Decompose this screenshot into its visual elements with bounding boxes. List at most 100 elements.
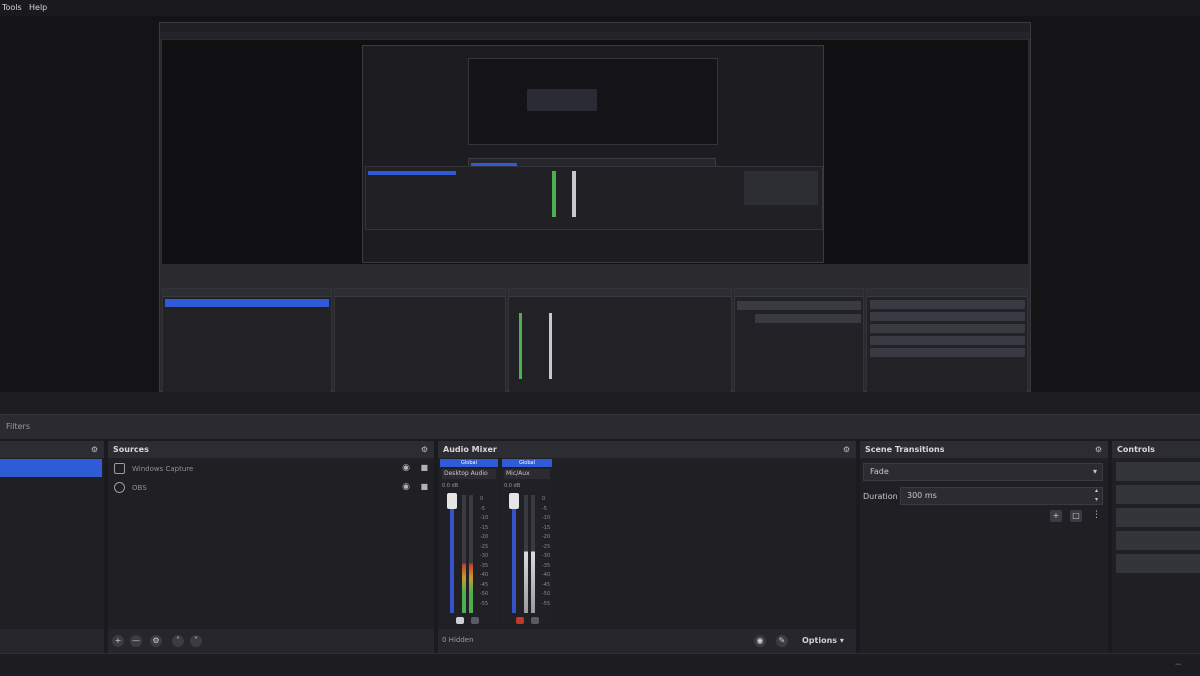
scenes-dock-header: ⚙ xyxy=(0,441,104,459)
level-meter-right xyxy=(531,495,535,613)
duration-input[interactable]: 300 ms ▴ ▾ xyxy=(900,487,1103,505)
source-label: OBS xyxy=(132,484,147,492)
nested-scene-selected-level1 xyxy=(368,171,456,175)
scenes-list[interactable] xyxy=(0,458,104,629)
mixer-body: Global Desktop Audio 0.0 dB 0 -5 -10 -15 -20… xyxy=(438,458,856,629)
nested-preview-level2 xyxy=(468,58,718,145)
nested-scene-selected xyxy=(165,299,329,307)
chevron-up-icon[interactable]: ˄ xyxy=(172,635,184,647)
channel-header: Global xyxy=(502,459,552,467)
window-icon xyxy=(114,463,125,474)
nested-preview-inner xyxy=(362,45,824,263)
volume-fader[interactable] xyxy=(512,495,516,613)
filters-bar: Filters xyxy=(0,414,1200,439)
nested-controls-dock xyxy=(866,288,1028,393)
trash-icon[interactable]: □ xyxy=(1070,510,1082,522)
scene-transitions-dock: Scene Transitions ⚙ Fade ▾ Duration 300 … xyxy=(860,441,1108,653)
dock-settings-icon[interactable]: ⚙ xyxy=(843,445,850,454)
dock-settings-icon[interactable]: ⚙ xyxy=(91,445,98,454)
scene-transitions-title: Scene Transitions xyxy=(865,445,945,454)
control-button-4[interactable] xyxy=(1116,531,1200,550)
sources-list[interactable]: Windows Capture ◉ ■ OBS ◉ ■ xyxy=(108,458,434,629)
spin-arrows-icon[interactable]: ▴ ▾ xyxy=(1095,486,1098,504)
more-options-icon[interactable]: ⋮ xyxy=(1092,510,1101,520)
source-label: Windows Capture xyxy=(132,465,194,473)
add-icon[interactable]: + xyxy=(1050,510,1062,522)
obs-icon xyxy=(114,482,125,493)
sources-title: Sources xyxy=(113,445,149,454)
level-meter-right xyxy=(469,495,473,613)
lock-icon[interactable]: ■ xyxy=(420,482,428,491)
muted-speaker-icon[interactable] xyxy=(516,617,524,624)
gear-icon[interactable] xyxy=(531,617,539,624)
scene-transitions-header: Scene Transitions ⚙ xyxy=(860,441,1108,459)
nested-meter-b xyxy=(572,171,576,217)
nested-mixer-meter-1 xyxy=(519,313,522,379)
visibility-eye-icon[interactable]: ◉ xyxy=(402,482,410,492)
channel-db: 0.0 dB xyxy=(504,483,521,489)
speaker-icon[interactable] xyxy=(456,617,464,624)
control-button-1[interactable] xyxy=(1116,462,1200,481)
nested-preview xyxy=(162,40,1028,264)
nested-mixer-meter-2 xyxy=(549,313,552,379)
source-item[interactable]: Windows Capture ◉ ■ xyxy=(114,461,428,479)
source-item[interactable]: OBS ◉ ■ xyxy=(114,480,428,498)
dock-settings-icon[interactable]: ⚙ xyxy=(1095,445,1102,454)
preview-separator xyxy=(0,392,1200,414)
nested-docks-level1 xyxy=(365,166,823,230)
meter-scale: 0 -5 -10 -15 -20 -25 -30 -35 -40 -45 -50 -55 xyxy=(480,496,489,607)
controls-body xyxy=(1112,458,1200,653)
menu-tools[interactable]: Tools xyxy=(2,3,22,12)
controls-dock: Controls xyxy=(1112,441,1200,653)
fader-knob[interactable] xyxy=(509,493,519,509)
nested-menubar xyxy=(160,32,1030,39)
nested-meter-a xyxy=(552,171,556,217)
nested-mixer-dock xyxy=(508,288,732,393)
audio-mixer-header: Audio Mixer ⚙ xyxy=(438,441,856,459)
trash-icon[interactable]: — xyxy=(130,635,142,647)
nested-transitions-dock xyxy=(734,288,864,393)
add-icon[interactable]: + xyxy=(112,635,124,647)
nested-obs-window xyxy=(159,22,1031,393)
chevron-down-icon[interactable]: ˅ xyxy=(190,635,202,647)
visibility-eye-icon[interactable]: ◉ xyxy=(402,463,410,473)
control-button-5[interactable] xyxy=(1116,554,1200,573)
channel-db: 0.0 dB xyxy=(442,483,459,489)
speaker-icon[interactable]: ◉ xyxy=(754,635,766,647)
gear-icon[interactable] xyxy=(471,617,479,624)
meter-scale: 0 -5 -10 -15 -20 -25 -30 -35 -40 -45 -50 -55 xyxy=(542,496,551,607)
fader-knob[interactable] xyxy=(447,493,457,509)
wrench-icon[interactable]: ✎ xyxy=(776,635,788,647)
channel-header: Global xyxy=(440,459,498,467)
lock-icon[interactable]: ■ xyxy=(420,463,428,472)
menu-bar: Tools Help xyxy=(0,0,1200,16)
control-button-3[interactable] xyxy=(1116,508,1200,527)
filters-button[interactable]: Filters xyxy=(6,422,30,431)
control-button-2[interactable] xyxy=(1116,485,1200,504)
gear-icon[interactable]: ⚙ xyxy=(150,635,162,647)
volume-fader[interactable] xyxy=(450,495,454,613)
menu-help[interactable]: Help xyxy=(29,3,47,12)
sources-dock: Sources ⚙ Windows Capture ◉ ■ OBS ◉ ■ + … xyxy=(108,441,434,653)
transition-select[interactable]: Fade ▾ xyxy=(863,463,1103,481)
channel-name-dropdown[interactable]: Mic/Aux xyxy=(504,469,550,479)
sources-dock-header: Sources ⚙ xyxy=(108,441,434,459)
audio-mixer-title: Audio Mixer xyxy=(443,445,497,454)
channel-name-dropdown[interactable]: Desktop Audio xyxy=(442,469,496,479)
options-button[interactable]: Options ▾ xyxy=(796,633,850,649)
controls-header: Controls xyxy=(1112,441,1200,459)
status-bar: − xyxy=(0,653,1200,676)
hidden-count: 0 Hidden xyxy=(442,636,474,644)
nested-preview-level3 xyxy=(527,89,597,111)
audio-mixer-dock: Audio Mixer ⚙ Global Desktop Audio 0.0 d… xyxy=(438,441,856,653)
nested-sources-dock xyxy=(334,288,506,393)
scene-item-selected[interactable] xyxy=(0,459,102,477)
chevron-down-icon: ▾ xyxy=(1092,467,1097,476)
dock-settings-icon[interactable]: ⚙ xyxy=(421,445,428,454)
nested-controls-level1 xyxy=(744,171,818,205)
resize-grip-icon[interactable]: − xyxy=(1174,660,1182,670)
level-meter-left xyxy=(524,495,528,613)
mixer-footer: 0 Hidden ◉ ✎ Options ▾ xyxy=(438,629,856,653)
controls-title: Controls xyxy=(1117,445,1155,454)
mixer-channel-desktop-audio: Global Desktop Audio 0.0 dB 0 -5 -10 -15 -20… xyxy=(440,459,498,625)
